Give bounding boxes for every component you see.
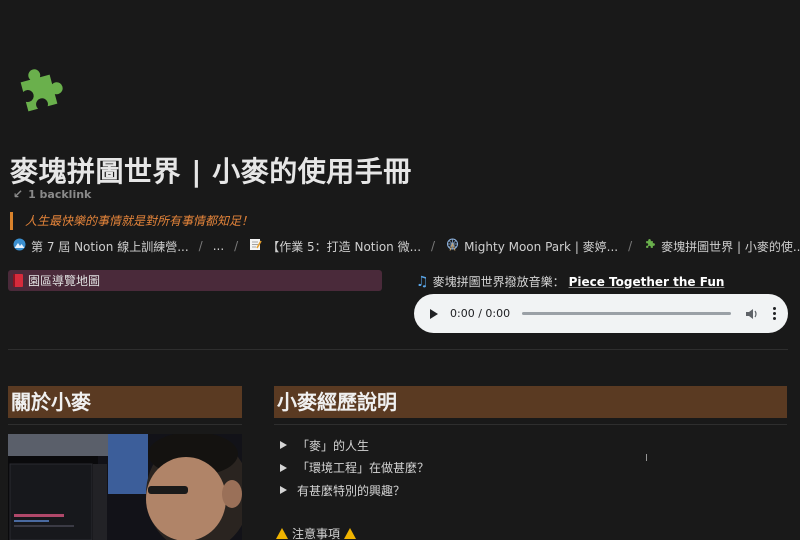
map-link-label: 園區導覽地圖 [28,274,101,288]
music-link[interactable]: Piece Together the Fun [569,275,725,289]
backlink-link[interactable]: ↙ 1 backlink [13,187,91,201]
puzzle-piece-icon [20,69,63,112]
backlink-label: 1 backlink [28,187,92,201]
notice-heading: 注意事項 [276,525,357,540]
audio-player: 0:00 / 0:00 [414,294,788,333]
music-label: ♫ 麥塊拼圖世界撥放音樂： Piece Together the Fun [416,273,725,290]
breadcrumb-item-assignment[interactable]: 【作業 5：打造 Notion 微... [248,238,421,255]
about-heading: 關於小麥 [8,386,242,418]
audio-time: 0:00 / 0:00 [450,307,511,320]
toggle-life[interactable]: 「麥」的人生 [280,434,429,457]
breadcrumb-separator: / [431,239,436,253]
play-icon[interactable] [430,308,438,319]
breadcrumb-item-moon-park[interactable]: Mighty Moon Park | 麥婷... [445,238,618,255]
toggle-triangle-icon[interactable] [280,441,287,450]
puzzle-piece-icon [642,238,656,254]
warning-icon [344,528,357,539]
warning-icon [276,528,288,539]
breadcrumb-item-training-camp[interactable]: 第 7 屆 Notion 線上訓練營... [12,238,189,255]
breadcrumb-item-puzzle-world[interactable]: 麥塊拼圖世界 | 小麥的使... [642,238,800,255]
divider [8,424,242,425]
toggle-hobbies[interactable]: 有甚麼特別的興趣？ [280,479,429,502]
toggle-triangle-icon[interactable] [280,486,287,495]
breadcrumb-item-ellipsis[interactable]: ... [213,239,224,253]
quote-block: 人生最快樂的事情就是對所有事情都知足！ [10,212,253,230]
toggle-environmental-engineering[interactable]: 「環境工程」在做甚麼？ [280,457,429,480]
mountain-icon [12,238,26,254]
divider [274,424,787,425]
breadcrumb-separator: / [198,239,203,253]
memo-icon [248,238,262,254]
page-title: 麥塊拼圖世界 | 小麥的使用手冊 [10,155,412,188]
profile-photo [8,434,242,540]
breadcrumb-separator: / [628,239,633,253]
backlink-arrow-icon: ↙ [13,187,24,201]
ferris-wheel-icon [445,238,459,254]
volume-icon[interactable] [745,308,759,320]
experience-heading: 小麥經歷說明 [274,386,787,418]
toggle-triangle-icon[interactable] [280,463,287,472]
breadcrumb: 第 7 屆 Notion 線上訓練營... / ... / 【作業 5：打造 N… [12,237,800,255]
divider [8,349,788,350]
map-link-button[interactable]: 園區導覽地圖 [8,270,382,291]
red-book-icon [13,274,23,287]
more-options-icon[interactable] [773,307,776,320]
text-cursor-icon: I [645,453,648,464]
audio-progress-bar[interactable] [522,312,731,315]
breadcrumb-separator: / [234,239,239,253]
music-note-icon: ♫ [416,273,429,290]
toggle-list: 「麥」的人生 「環境工程」在做甚麼？ 有甚麼特別的興趣？ [280,434,429,502]
